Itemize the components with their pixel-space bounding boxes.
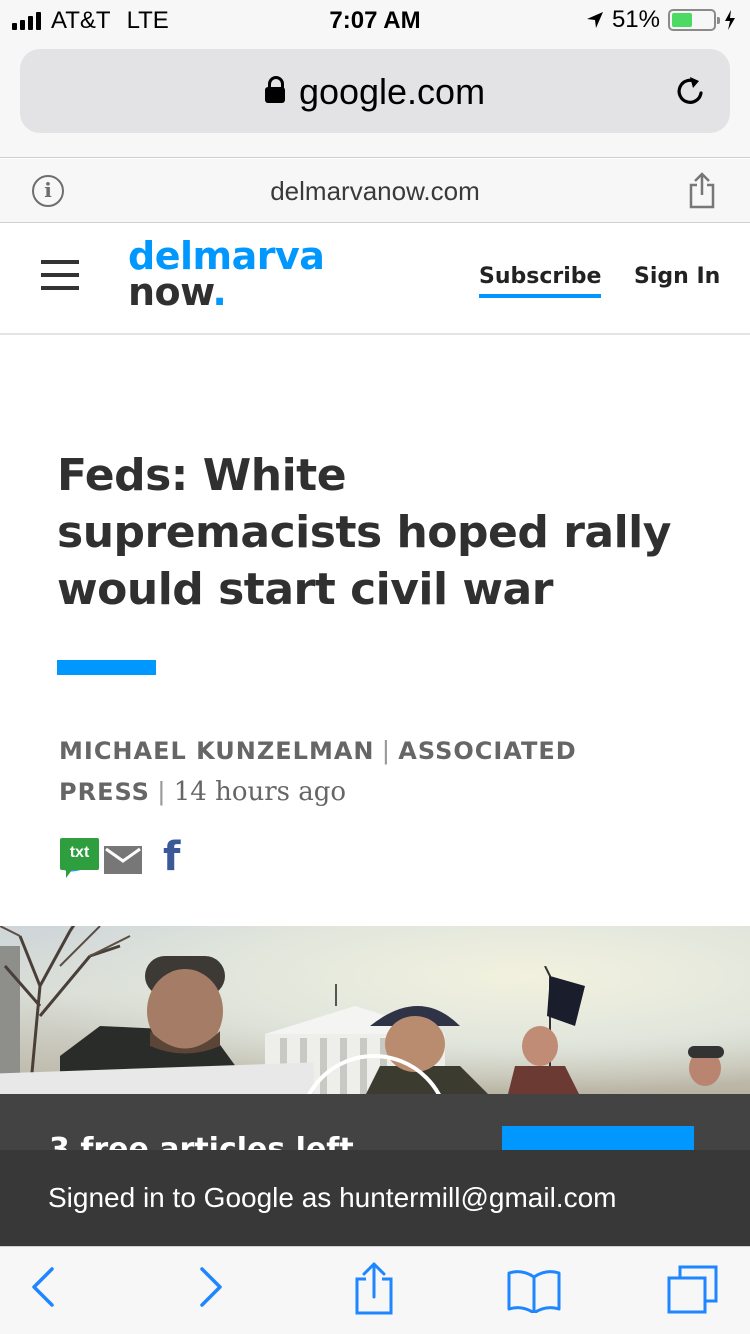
- logo-line2: now.: [128, 273, 324, 311]
- forward-icon[interactable]: [198, 1265, 224, 1309]
- site-info-bar: i delmarvanow.com: [0, 159, 750, 223]
- tabs-icon[interactable]: [666, 1265, 720, 1315]
- share-row: txt f: [59, 834, 420, 882]
- logo-line2-text: now: [128, 270, 213, 314]
- toast-message: Signed in to Google as huntermill@gmail.…: [48, 1182, 617, 1213]
- subscribe-link[interactable]: Subscribe: [479, 264, 602, 298]
- free-articles-count: 3 free articles left: [49, 1132, 354, 1150]
- article-headline: Feds: White supremacists hoped rally wou…: [57, 450, 671, 615]
- facebook-share-icon[interactable]: f: [163, 834, 180, 880]
- site-header: delmarva now. Subscribe Sign In: [0, 224, 750, 335]
- battery-icon: [668, 9, 720, 31]
- person-right: [688, 1046, 724, 1086]
- byline-author: MICHAEL KUNZELMAN: [59, 737, 375, 765]
- charging-bolt-icon: [725, 10, 735, 30]
- paywall-banner: 3 free articles left: [0, 1094, 750, 1150]
- google-signin-toast: Signed in to Google as huntermill@gmail.…: [0, 1150, 750, 1246]
- person-with-flag: [508, 966, 585, 1094]
- battery-fill: [672, 13, 693, 27]
- byline-timestamp: 14 hours ago: [173, 777, 347, 807]
- address-bar[interactable]: google.com: [20, 49, 730, 133]
- browser-url-area: google.com: [0, 40, 750, 158]
- reload-icon[interactable]: [672, 73, 708, 109]
- browser-toolbar: [0, 1246, 750, 1334]
- byline-separator: |: [382, 735, 391, 765]
- url-display[interactable]: google.com: [20, 71, 730, 113]
- lock-icon: [264, 76, 285, 103]
- bookmarks-icon[interactable]: [506, 1269, 562, 1313]
- logo-dot: .: [212, 270, 227, 314]
- text-message-share-icon[interactable]: txt: [60, 838, 99, 878]
- article-hero-image[interactable]: [0, 926, 750, 1094]
- share-icon[interactable]: [352, 1261, 396, 1315]
- byline: MICHAEL KUNZELMAN | ASSOCIATED PRESS | 14 ho…: [59, 730, 659, 812]
- status-right: 51%: [586, 6, 736, 34]
- back-icon[interactable]: [30, 1265, 56, 1309]
- accent-bar: [57, 660, 156, 675]
- status-bar: AT&T LTE 7:07 AM 51%: [0, 0, 750, 40]
- menu-icon[interactable]: [41, 260, 79, 290]
- logo-line1: delmarva: [128, 234, 325, 278]
- url-text: google.com: [298, 71, 486, 112]
- location-arrow-icon: [586, 12, 603, 28]
- site-logo[interactable]: delmarva now.: [128, 234, 325, 311]
- byline-separator: |: [157, 776, 166, 806]
- site-domain: delmarvanow.com: [270, 176, 480, 206]
- sign-in-link[interactable]: Sign In: [634, 264, 720, 289]
- share-icon[interactable]: [688, 171, 716, 209]
- paywall-subscribe-button[interactable]: [502, 1126, 694, 1150]
- battery-percent: 51%: [611, 6, 660, 33]
- email-share-icon[interactable]: [104, 846, 143, 874]
